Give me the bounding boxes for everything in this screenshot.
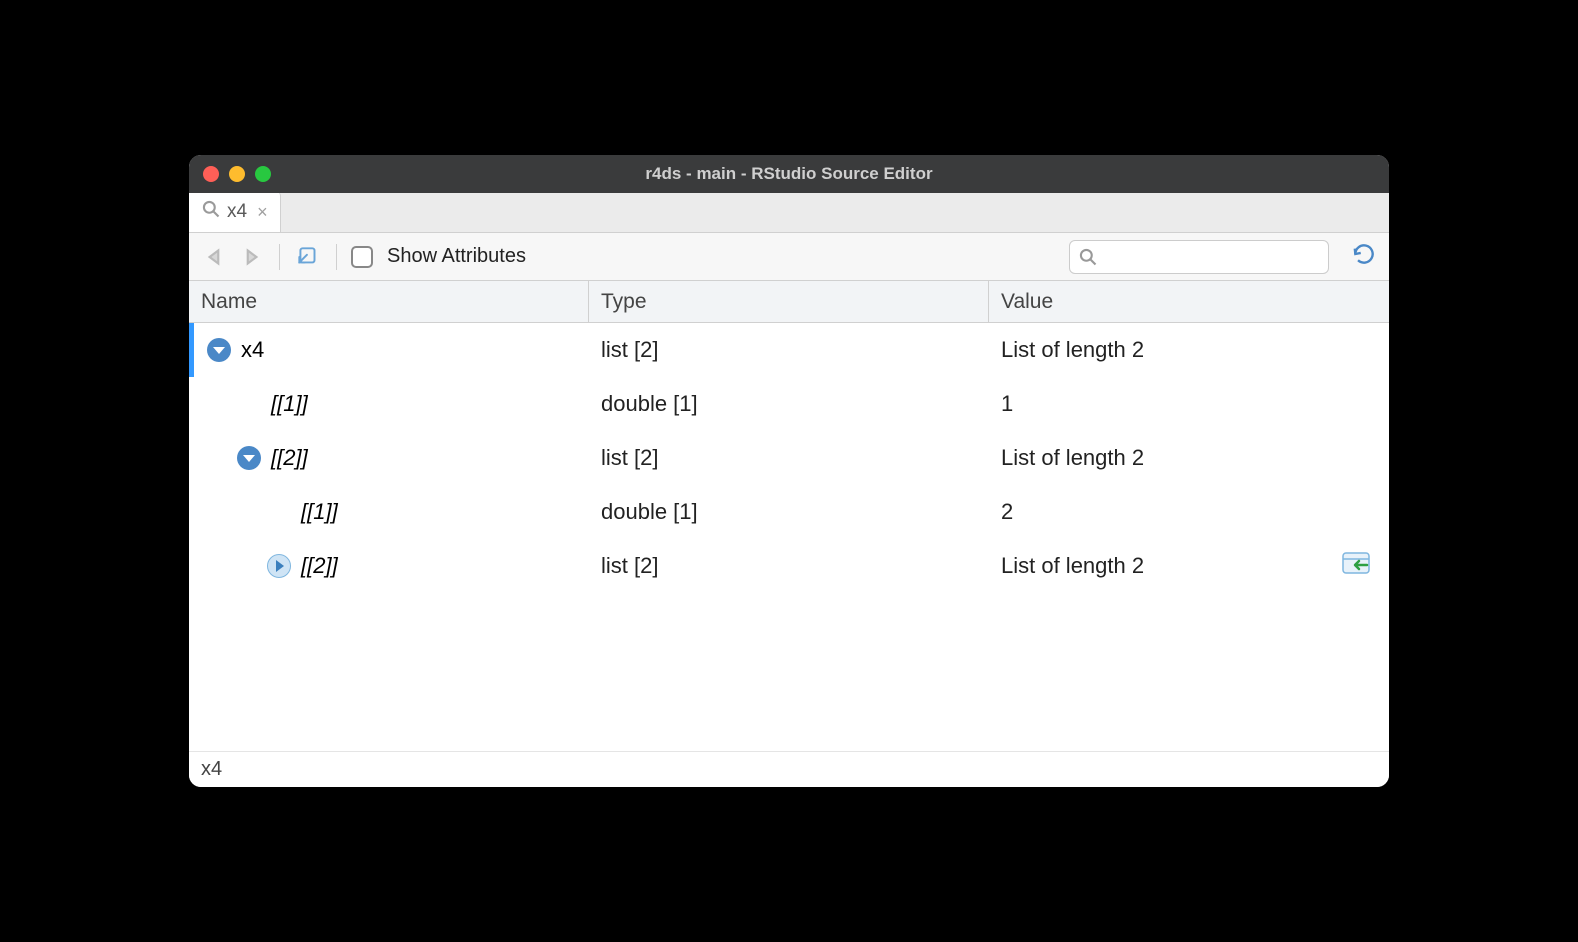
open-new-window-button[interactable] (294, 243, 322, 271)
name-cell: x4 (189, 337, 589, 363)
object-name: [[1]] (271, 391, 308, 417)
column-type-header[interactable]: Type (589, 281, 989, 322)
column-name-header[interactable]: Name (189, 281, 589, 322)
name-cell: [[1]] (189, 499, 589, 525)
object-value: List of length 2 (989, 445, 1389, 471)
toolbar-separator (279, 244, 280, 270)
name-cell: [[2]] (189, 553, 589, 579)
tab-x4[interactable]: x4 × (189, 192, 281, 232)
rstudio-window: r4ds - main - RStudio Source Editor x4 × (189, 155, 1389, 787)
close-tab-icon[interactable]: × (257, 202, 268, 223)
refresh-button[interactable] (1351, 241, 1377, 272)
toggle-spacer (267, 500, 291, 524)
search-input[interactable] (1069, 240, 1329, 274)
object-name: x4 (241, 337, 264, 363)
toolbar-separator (336, 244, 337, 270)
tree-row[interactable]: [[2]] list [2]List of length 2 (189, 431, 1389, 485)
object-value: 2 (989, 499, 1389, 525)
search-icon (201, 199, 221, 225)
forward-button[interactable] (237, 243, 265, 271)
object-value: List of length 2 (989, 337, 1389, 363)
tab-bar: x4 × (189, 193, 1389, 233)
column-header: Name Type Value (189, 281, 1389, 323)
object-value: List of length 2 (989, 550, 1389, 582)
object-name: [[2]] (301, 553, 338, 579)
collapse-icon[interactable] (207, 338, 231, 362)
tree-row[interactable]: [[1]] double [1]2 (189, 485, 1389, 539)
maximize-window-button[interactable] (255, 166, 271, 182)
tree-row[interactable]: [[1]] double [1]1 (189, 377, 1389, 431)
column-value-header[interactable]: Value (989, 281, 1389, 322)
search-icon (1078, 247, 1098, 267)
object-name: [[2]] (271, 445, 308, 471)
object-tree[interactable]: x4list [2]List of length 2[[1]]double [1… (189, 323, 1389, 751)
object-type: double [1] (589, 499, 989, 525)
expand-icon[interactable] (267, 554, 291, 578)
object-type: list [2] (589, 337, 989, 363)
status-path: x4 (201, 758, 222, 781)
status-bar: x4 (189, 751, 1389, 787)
minimize-window-button[interactable] (229, 166, 245, 182)
object-type: double [1] (589, 391, 989, 417)
object-type: list [2] (589, 445, 989, 471)
toolbar: Show Attributes (189, 233, 1389, 281)
show-attributes-checkbox[interactable] (351, 246, 373, 268)
collapse-icon[interactable] (237, 446, 261, 470)
tree-row[interactable]: x4 list [2]List of length 2 (189, 323, 1389, 377)
toggle-spacer (237, 392, 261, 416)
tree-row[interactable]: [[2]] list [2]List of length 2 (189, 539, 1389, 593)
send-to-console-icon[interactable] (1341, 550, 1373, 582)
window-title: r4ds - main - RStudio Source Editor (645, 164, 932, 184)
back-button[interactable] (201, 243, 229, 271)
traffic-lights (203, 166, 271, 182)
name-cell: [[1]] (189, 391, 589, 417)
object-value: 1 (989, 391, 1389, 417)
close-window-button[interactable] (203, 166, 219, 182)
object-type: list [2] (589, 553, 989, 579)
object-name: [[1]] (301, 499, 338, 525)
show-attributes-label: Show Attributes (387, 245, 526, 268)
name-cell: [[2]] (189, 445, 589, 471)
tab-label: x4 (227, 201, 247, 223)
titlebar: r4ds - main - RStudio Source Editor (189, 155, 1389, 193)
